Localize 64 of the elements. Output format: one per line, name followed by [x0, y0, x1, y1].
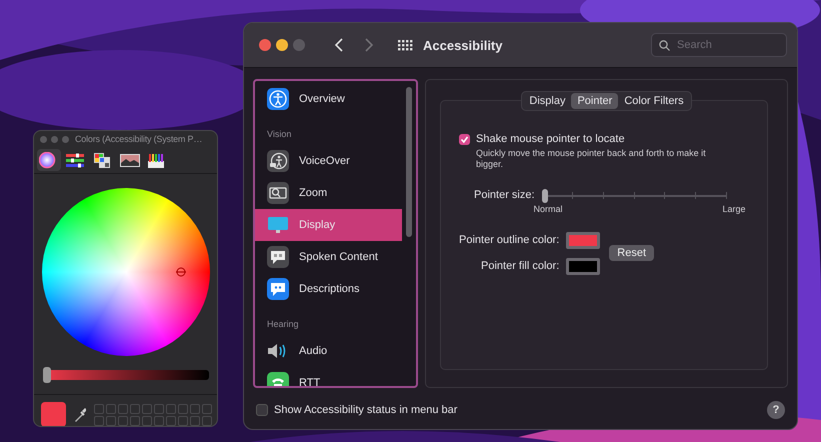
window-control-icon[interactable]	[276, 39, 288, 51]
sidebar-label: Zoom	[299, 187, 328, 199]
sidebar-label: Display	[299, 219, 336, 231]
color-label: Pointer fill color:	[480, 260, 560, 272]
slider-thumb[interactable]	[43, 367, 51, 383]
tab[interactable]: Pointer	[571, 93, 618, 109]
search-icon	[659, 40, 670, 51]
sidebar-item[interactable]: Overview	[255, 83, 402, 115]
sidebar-item[interactable]: Descriptions	[255, 273, 402, 305]
sidebar-item[interactable]: RTT	[255, 367, 402, 386]
slider-min-label: Normal	[534, 204, 563, 214]
checkbox-label: Show Accessibility status in menu bar	[274, 404, 458, 416]
sidebar-label: RTT	[299, 377, 320, 386]
fill-color-well[interactable]	[566, 258, 600, 274]
brightness-slider[interactable]	[43, 367, 209, 383]
sliders-icon	[66, 152, 86, 168]
person-icon	[267, 150, 289, 172]
grid-icon[interactable]	[398, 40, 413, 50]
palette-icon	[93, 152, 113, 168]
pencils-icon	[147, 152, 167, 168]
slider-max-label: Large	[722, 204, 746, 214]
checkmark-icon	[460, 134, 469, 144]
sidebar-label: Spoken Content	[299, 251, 378, 263]
speech-bubble-icon	[267, 246, 289, 268]
swatch-grid[interactable]	[94, 404, 212, 426]
color-swatch[interactable]	[41, 402, 66, 426]
image-icon	[120, 152, 140, 168]
outline-color-well[interactable]	[566, 232, 600, 248]
color-mode-tab[interactable]	[37, 149, 61, 171]
section-heading: Vision	[266, 128, 292, 141]
crosshair-icon[interactable]	[176, 267, 186, 277]
sidebar-item[interactable]: Spoken Content	[255, 241, 402, 273]
person-icon	[267, 88, 289, 110]
magnifier-icon	[267, 182, 289, 204]
eyedropper-icon[interactable]	[74, 408, 86, 422]
color-label: Pointer outline color:	[459, 234, 560, 246]
tab[interactable]: Display	[523, 93, 572, 109]
sidebar-label: Audio	[299, 345, 328, 357]
window-title: Colors (Accessibility (System P…	[75, 134, 202, 144]
speech-bubble-icon	[267, 278, 289, 300]
scrollbar[interactable]	[406, 87, 412, 237]
search-field[interactable]: Search	[651, 33, 787, 57]
checkbox[interactable]	[256, 404, 268, 416]
checkbox-label: Shake mouse pointer to locate	[476, 133, 625, 145]
sidebar-label: Overview	[299, 93, 345, 105]
section-heading: Hearing	[266, 318, 300, 331]
sidebar-item[interactable]: Zoom	[255, 177, 402, 209]
description-text: Quickly move the mouse pointer back and forth to make it bigger.	[476, 148, 707, 170]
checkbox[interactable]	[459, 134, 470, 144]
window-control-icon[interactable]	[259, 39, 271, 51]
tab[interactable]: Color Filters	[618, 93, 690, 109]
sidebar-item[interactable]: VoiceOver	[255, 145, 402, 177]
chevron-icon	[334, 38, 344, 52]
help-button[interactable]: ?	[767, 401, 785, 419]
chevron-icon	[364, 38, 374, 52]
monitor-icon	[267, 214, 289, 236]
window-title: Accessibility	[423, 38, 502, 52]
reset-button[interactable]: Reset	[609, 245, 654, 261]
slider-thumb[interactable]	[542, 188, 548, 202]
sidebar-label: VoiceOver	[299, 155, 350, 167]
sidebar-item[interactable]: Audio	[255, 335, 402, 367]
sidebar-label: Descriptions	[299, 283, 360, 295]
slider-label: Pointer size:	[474, 188, 535, 200]
sidebar-item[interactable]: Display	[255, 209, 402, 241]
